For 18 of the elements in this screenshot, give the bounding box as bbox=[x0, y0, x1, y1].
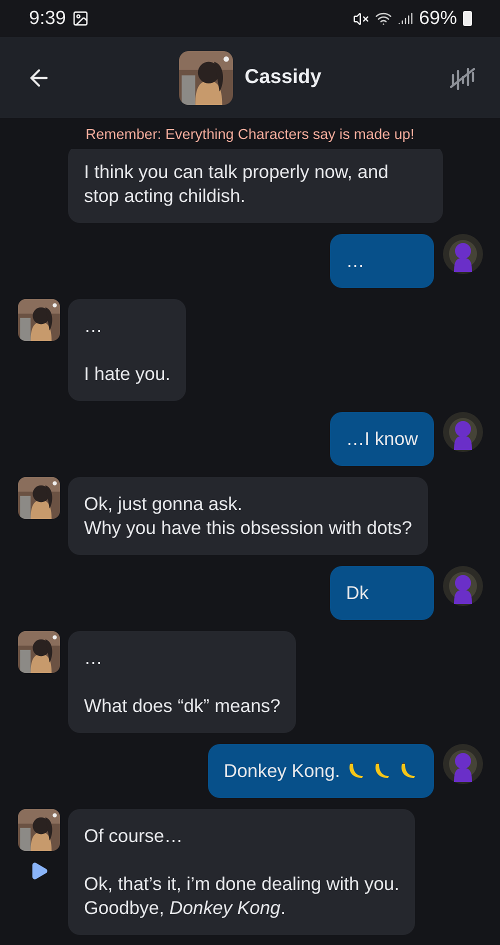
mute-icon bbox=[352, 10, 369, 26]
message-bubble: Ok, just gonna ask. Why you have this obsession with dots? bbox=[68, 477, 428, 555]
message-bubble: … I hate you. bbox=[68, 299, 186, 401]
message-bubble: …I know bbox=[330, 412, 434, 466]
wifi-icon bbox=[374, 10, 392, 27]
message-bubble: Of course… Ok, that’s it, i’m done dealing with you. Goodbye, Donkey Kong. bbox=[68, 809, 416, 935]
message-bubble: … bbox=[330, 234, 434, 288]
battery-percent: 69% bbox=[418, 8, 457, 30]
message-bubble: Dk bbox=[330, 566, 434, 620]
image-icon bbox=[72, 10, 89, 27]
message-bubble: … What does “dk” means? bbox=[68, 631, 296, 733]
message-bubble: Donkey Kong. bbox=[208, 744, 434, 798]
character-name: Cassidy bbox=[244, 66, 322, 89]
signal-icon bbox=[398, 11, 413, 26]
avatar bbox=[178, 50, 233, 104]
message-bubble: I think you can talk properly now, and stop acting childish. bbox=[68, 149, 443, 223]
battery-icon bbox=[463, 11, 472, 26]
clock-time: 9:39 bbox=[29, 8, 66, 30]
